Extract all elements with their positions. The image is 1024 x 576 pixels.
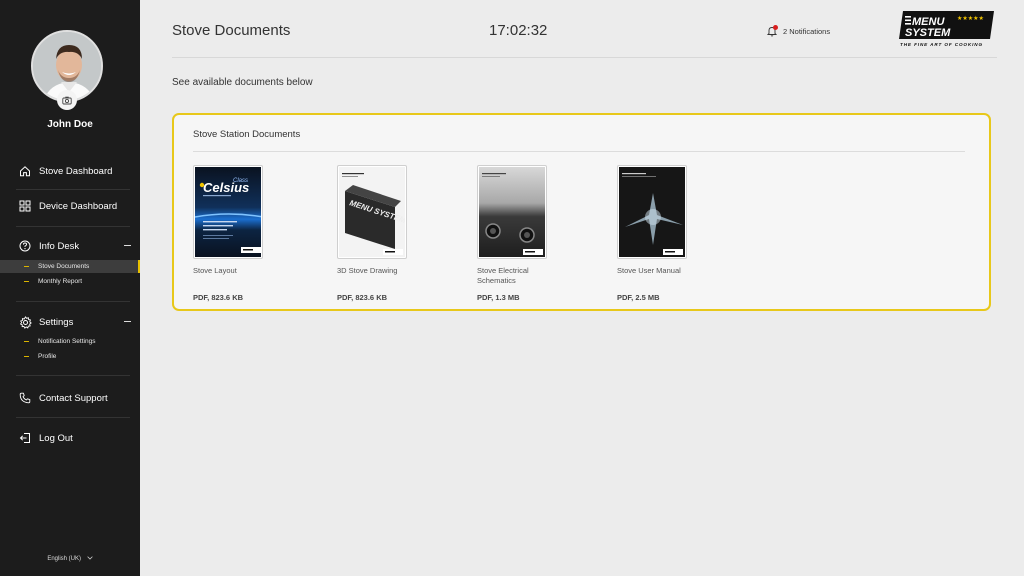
sidebar-subitem-label: Stove Documents [38,263,90,270]
header-divider [172,57,997,58]
sidebar-item-label: Contact Support [39,392,108,404]
sidebar-item-label: Info Desk [39,240,80,252]
document-thumbnail[interactable]: MENU SYSTEM [337,165,407,259]
document-meta: PDF, 1.3 MB [477,293,520,302]
document-meta: PDF, 823.6 KB [193,293,244,302]
change-photo-button[interactable] [57,90,77,110]
sidebar-subitem-label: Monthly Report [38,278,83,285]
sidebar-subitem-monthly-report[interactable]: Monthly Report [0,275,140,288]
document-name: Stove Layout [193,266,237,275]
card-divider [193,151,965,152]
svg-text:★★★★★: ★★★★★ [957,15,984,22]
divider [16,417,130,418]
sidebar: John Doe Stove Dashboard Device Dashboar… [0,0,140,576]
language-label: English (UK) [47,556,81,562]
document-item[interactable]: Stove User Manual PDF, 2.5 MB [617,165,737,302]
notifications-button[interactable]: 2 Notifications [766,25,830,37]
sidebar-subitem-label: Profile [38,353,57,360]
sidebar-subitem-stove-documents[interactable]: Stove Documents [0,260,140,273]
language-selector[interactable]: English (UK) [0,556,140,562]
header: Stove Documents 17:02:32 2 Notifications [140,0,1024,58]
card-title: Stove Station Documents [193,129,301,140]
document-item[interactable]: MENU SYSTEM 3D Stove Drawing PDF, 823.6 … [337,165,457,302]
document-name: Stove User Manual [617,266,681,275]
page-subtitle: See available documents below [172,77,313,88]
notification-dot [773,25,778,30]
sidebar-item-info-desk[interactable]: Info Desk [0,232,140,260]
document-thumbnail[interactable]: Celsius Class [193,165,263,259]
document-item[interactable]: Stove Electrical Schematics PDF, 1.3 MB [477,165,597,302]
divider [16,189,130,190]
divider [16,301,130,302]
document-thumbnail[interactable] [617,165,687,259]
sidebar-item-label: Log Out [39,432,73,444]
sidebar-subitem-notification-settings[interactable]: Notification Settings [0,335,140,348]
sidebar-item-log-out[interactable]: Log Out [0,424,140,452]
document-meta: PDF, 2.5 MB [617,293,660,302]
bell-icon [766,25,778,37]
document-name: 3D Stove Drawing [337,266,398,275]
collapse-icon[interactable] [124,245,131,247]
grid-icon [18,199,32,213]
sidebar-item-settings[interactable]: Settings [0,308,140,336]
phone-icon [18,391,32,405]
sidebar-subitem-profile[interactable]: Profile [0,350,140,363]
divider [16,226,130,227]
sidebar-item-label: Stove Dashboard [39,165,113,177]
document-item[interactable]: Celsius Class Stove Layout PDF, 823.6 KB [193,165,313,302]
home-icon [18,164,32,178]
document-name: Stove Electrical Schematics [477,266,529,285]
sidebar-item-contact-support[interactable]: Contact Support [0,384,140,412]
gear-icon [18,315,32,329]
camera-icon [62,96,72,104]
help-circle-icon [18,239,32,253]
notifications-label: 2 Notifications [783,26,831,36]
sidebar-item-stove-dashboard[interactable]: Stove Dashboard [0,157,140,185]
chevron-down-icon [86,556,93,560]
menu-system-logo: MENU SYSTEM ★★★★★ THE FINE ART OF COOKIN… [899,10,995,48]
sidebar-item-device-dashboard[interactable]: Device Dashboard [0,192,140,220]
svg-text:THE FINE ART OF COOKING: THE FINE ART OF COOKING [900,42,983,47]
document-meta: PDF, 823.6 KB [337,293,388,302]
divider [16,375,130,376]
page-title: Stove Documents [172,22,291,39]
sidebar-item-label: Settings [39,316,74,328]
collapse-icon[interactable] [124,321,131,323]
user-name: John Doe [47,119,93,130]
logout-icon [18,431,32,445]
documents-card: Stove Station Documents Celsius Class St… [172,113,991,311]
clock: 17:02:32 [489,22,548,39]
document-thumbnail[interactable] [477,165,547,259]
svg-text:SYSTEM: SYSTEM [905,27,951,39]
sidebar-subitem-label: Notification Settings [38,338,96,345]
avatar[interactable] [31,30,103,110]
svg-text:Class: Class [233,178,248,184]
sidebar-item-label: Device Dashboard [39,200,118,212]
